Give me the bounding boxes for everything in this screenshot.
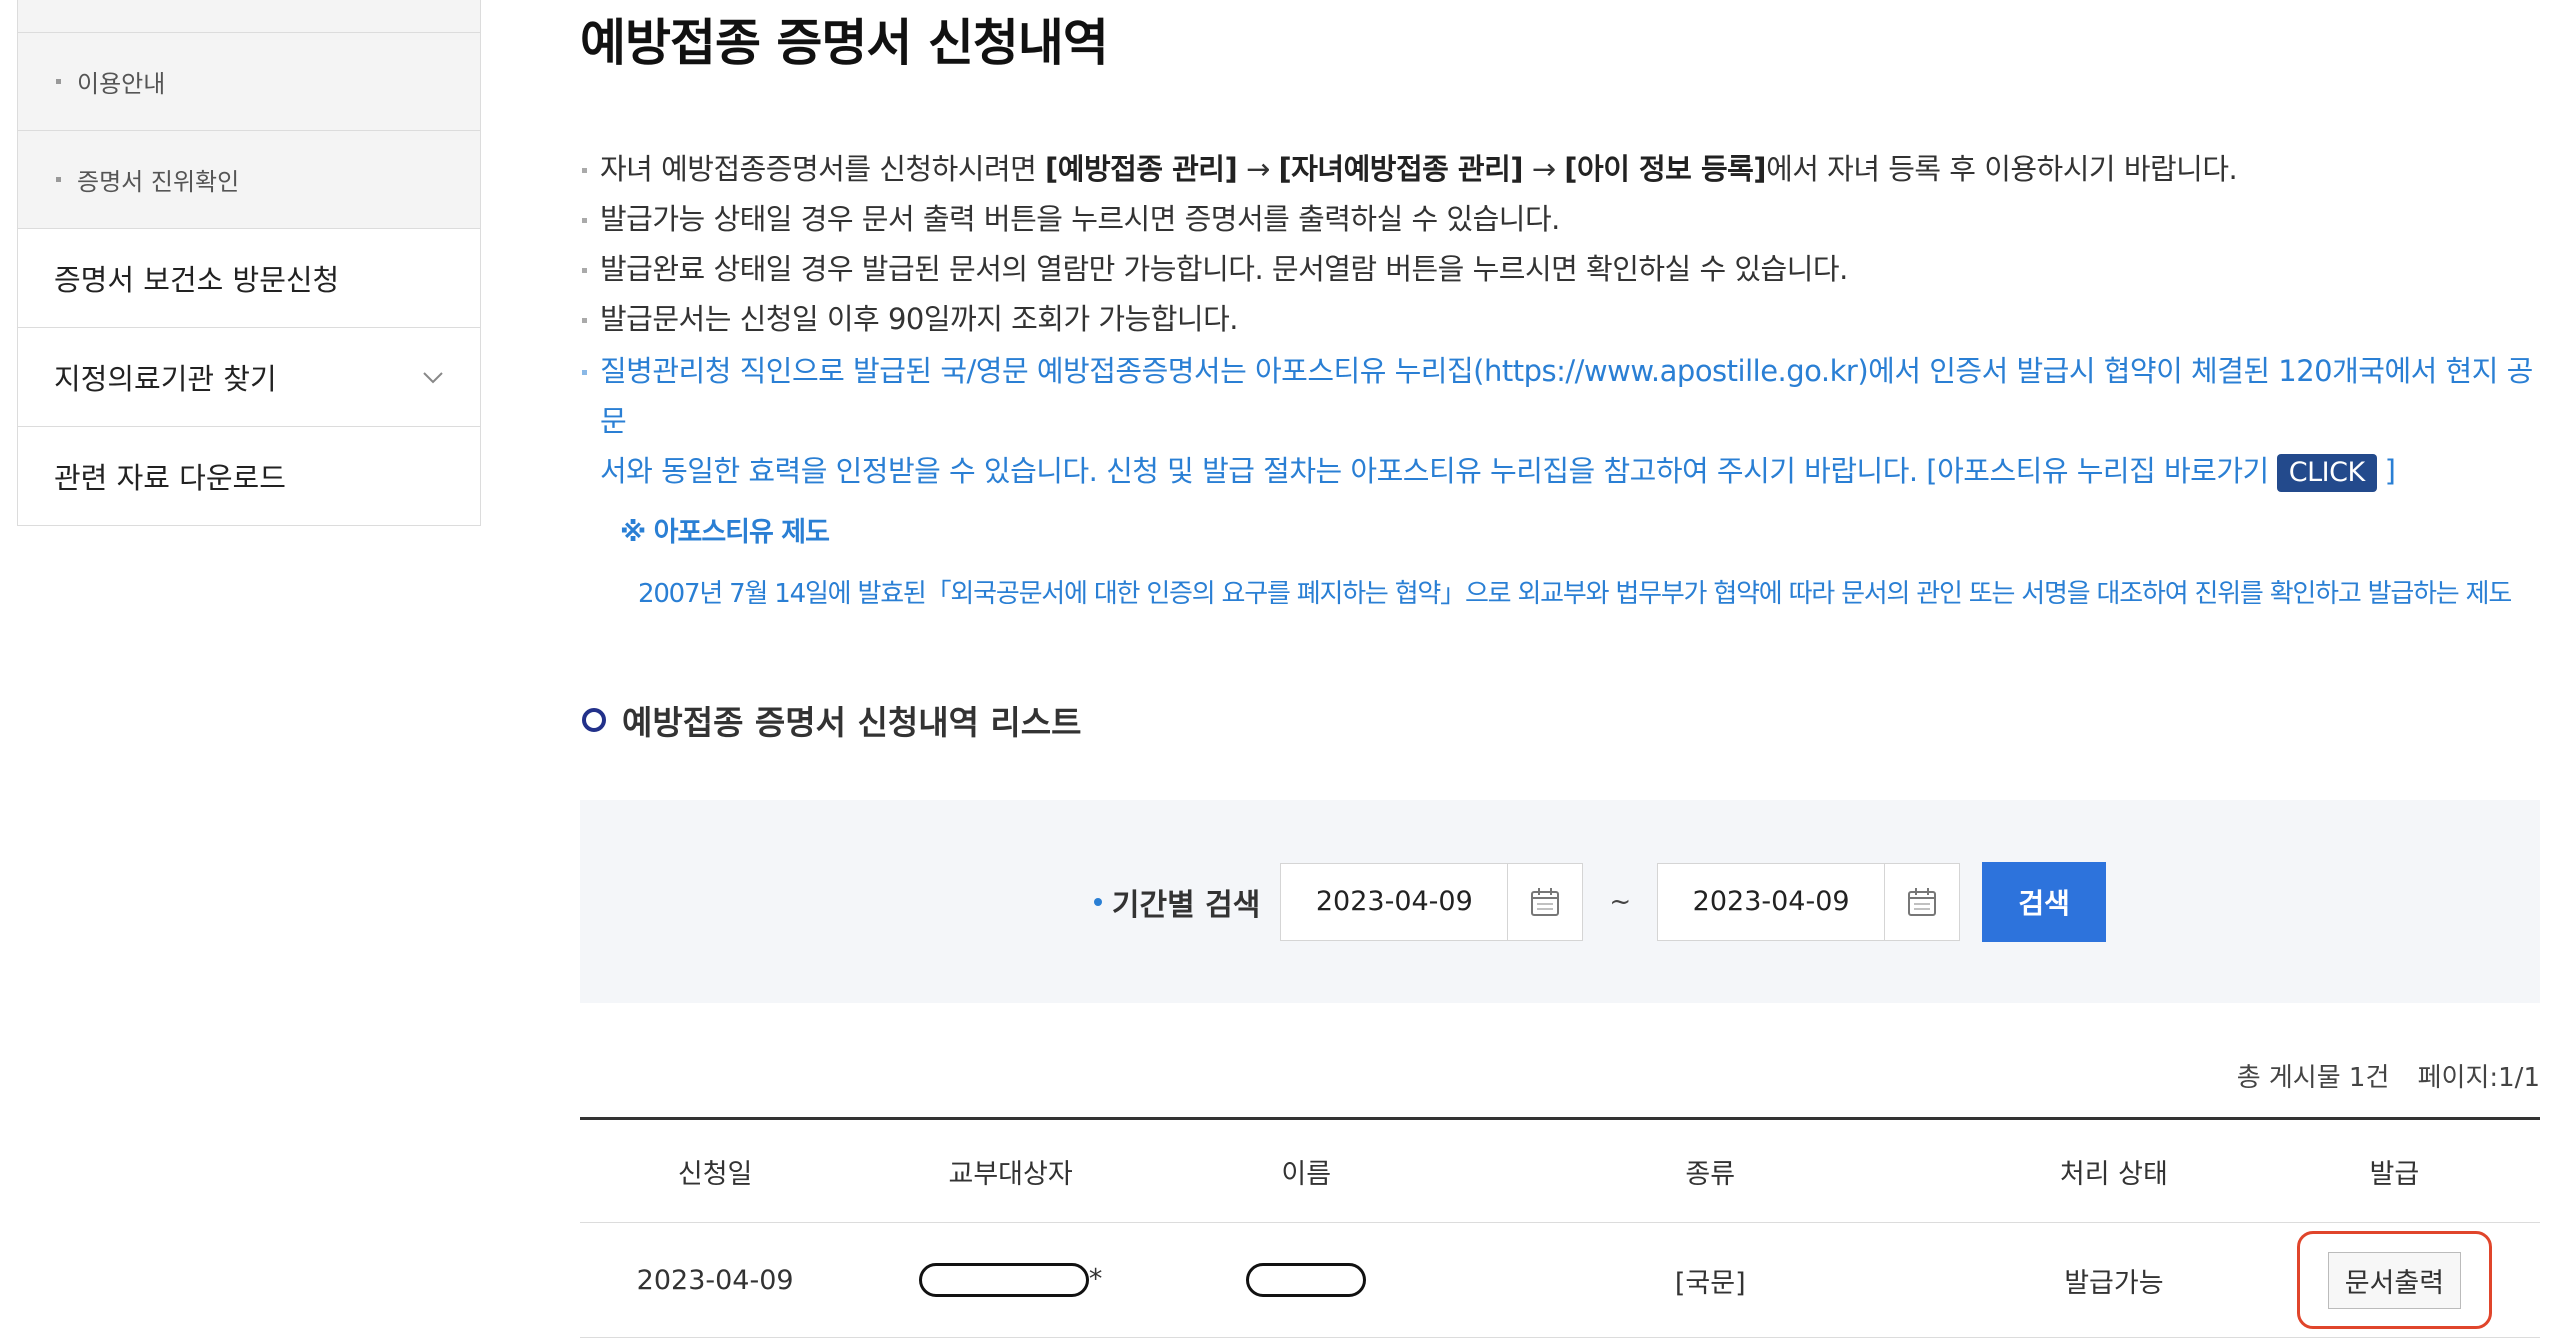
- highlight-box: 문서출력: [2296, 1231, 2492, 1329]
- circle-bullet-icon: [582, 708, 606, 732]
- cell-action: 문서출력: [2248, 1222, 2540, 1338]
- list-heading: 예방접종 증명서 신청내역 리스트: [580, 696, 2540, 744]
- page: 이용안내 증명서 진위확인 증명서 보건소 방문신청 지정의료기관 찾기 관련 …: [0, 0, 2566, 1338]
- calendar-icon[interactable]: [1508, 864, 1582, 940]
- date-from-input[interactable]: 2023-04-09: [1281, 863, 1509, 940]
- sidebar-item-label: 지정의료기관 찾기: [54, 362, 277, 396]
- cell-name: [1170, 1222, 1442, 1338]
- notice-item: 발급완료 상태일 경우 발급된 문서의 열람만 가능합니다. 문서열람 버튼을 …: [580, 244, 2540, 294]
- apostille-description: 2007년 7월 14일에 발효된「외국공문서에 대한 인증의 요구를 폐지하는…: [638, 579, 2512, 609]
- notice-item: 자녀 예방접종증명서를 신청하시려면 [예방접종 관리] → [자녀예방접종 관…: [580, 144, 2540, 194]
- search-button[interactable]: 검색: [1982, 861, 2107, 942]
- cell-recipient: *: [850, 1222, 1171, 1338]
- redacted-mask: [1246, 1263, 1367, 1297]
- main-content: 예방접종 증명서 신청내역 자녀 예방접종증명서를 신청하시려면 [예방접종 관…: [580, 0, 2540, 1338]
- sidebar-item-download-materials[interactable]: 관련 자료 다운로드: [18, 427, 480, 525]
- notice-item: 발급문서는 신청일 이후 90일까지 조회가 가능합니다.: [580, 294, 2540, 344]
- notice-list: 자녀 예방접종증명서를 신청하시려면 [예방접종 관리] → [자녀예방접종 관…: [580, 144, 2540, 610]
- apostille-notice-line2: 서와 동일한 효력을 인정받을 수 있습니다. 신청 및 발급 절차는 아포스티…: [600, 454, 2269, 488]
- sidebar-item-certificate-verify[interactable]: 증명서 진위확인: [18, 131, 480, 229]
- sidebar-top-item[interactable]: [18, 0, 480, 33]
- cell-kind: [국문]: [1441, 1222, 1979, 1338]
- apostille-notice-line1: 질병관리청 직인으로 발급된 국/영문 예방접종증명서는 아포스티유 누리집(h…: [600, 354, 2533, 438]
- column-header: 처리 상태: [1979, 1118, 2249, 1223]
- page-indicator: 페이지:1/1: [2417, 1063, 2540, 1093]
- dot-icon: [1093, 897, 1102, 906]
- page-title: 예방접종 증명서 신청내역: [580, 14, 1109, 72]
- column-header: 교부대상자: [850, 1118, 1171, 1223]
- chevron-down-icon: [423, 372, 443, 384]
- date-range-separator: ~: [1609, 886, 1632, 917]
- notice-item: 발급가능 상태일 경우 문서 출력 버튼을 누르시면 증명서를 출력하실 수 있…: [580, 194, 2540, 244]
- cell-status: 발급가능: [1979, 1222, 2249, 1338]
- sidebar: 이용안내 증명서 진위확인 증명서 보건소 방문신청 지정의료기관 찾기 관련 …: [17, 0, 481, 526]
- bullet-icon: [56, 79, 61, 84]
- sidebar-item-label: 증명서 보건소 방문신청: [54, 263, 340, 297]
- column-header: 이름: [1170, 1118, 1442, 1223]
- column-header: 신청일: [580, 1118, 851, 1223]
- table-header-row: 신청일 교부대상자 이름 종류 처리 상태 발급: [580, 1118, 2540, 1223]
- apostille-notice: 질병관리청 직인으로 발급된 국/영문 예방접종증명서는 아포스티유 누리집(h…: [580, 346, 2540, 496]
- print-document-button[interactable]: 문서출력: [2327, 1251, 2462, 1309]
- date-to-input[interactable]: 2023-04-09: [1658, 863, 1886, 940]
- list-summary: 총 게시물 1건 페이지:1/1: [580, 1057, 2540, 1097]
- period-search-panel: 기간별 검색 2023-04-09 ~ 2023-04-09 검색: [580, 800, 2540, 1003]
- sidebar-item-label: 증명서 진위확인: [77, 168, 240, 196]
- bullet-icon: [56, 177, 61, 182]
- apostille-title: ※ 아포스티유 제도: [620, 517, 830, 548]
- search-label: 기간별 검색: [1093, 880, 1260, 924]
- sidebar-item-label: 이용안내: [77, 70, 166, 98]
- application-table: 신청일 교부대상자 이름 종류 처리 상태 발급 2023-04-09 * [국…: [580, 1117, 2540, 1338]
- apostille-click-button[interactable]: CLICK: [2276, 454, 2377, 492]
- cell-date: 2023-04-09: [580, 1222, 851, 1338]
- column-header: 발급: [2248, 1118, 2540, 1223]
- sidebar-item-find-medical-institution[interactable]: 지정의료기관 찾기: [18, 328, 480, 427]
- calendar-icon[interactable]: [1885, 864, 1959, 940]
- date-from-field: 2023-04-09: [1280, 862, 1584, 941]
- redacted-mask: [918, 1263, 1089, 1297]
- sidebar-item-label: 관련 자료 다운로드: [54, 461, 286, 495]
- table-row: 2023-04-09 * [국문] 발급가능 문서출력: [580, 1222, 2540, 1338]
- sidebar-item-health-center-visit[interactable]: 증명서 보건소 방문신청: [18, 229, 480, 328]
- column-header: 종류: [1441, 1118, 1979, 1223]
- total-count: 총 게시물 1건: [2236, 1063, 2390, 1093]
- date-to-field: 2023-04-09: [1657, 862, 1961, 941]
- sidebar-item-usage-guide[interactable]: 이용안내: [18, 33, 480, 131]
